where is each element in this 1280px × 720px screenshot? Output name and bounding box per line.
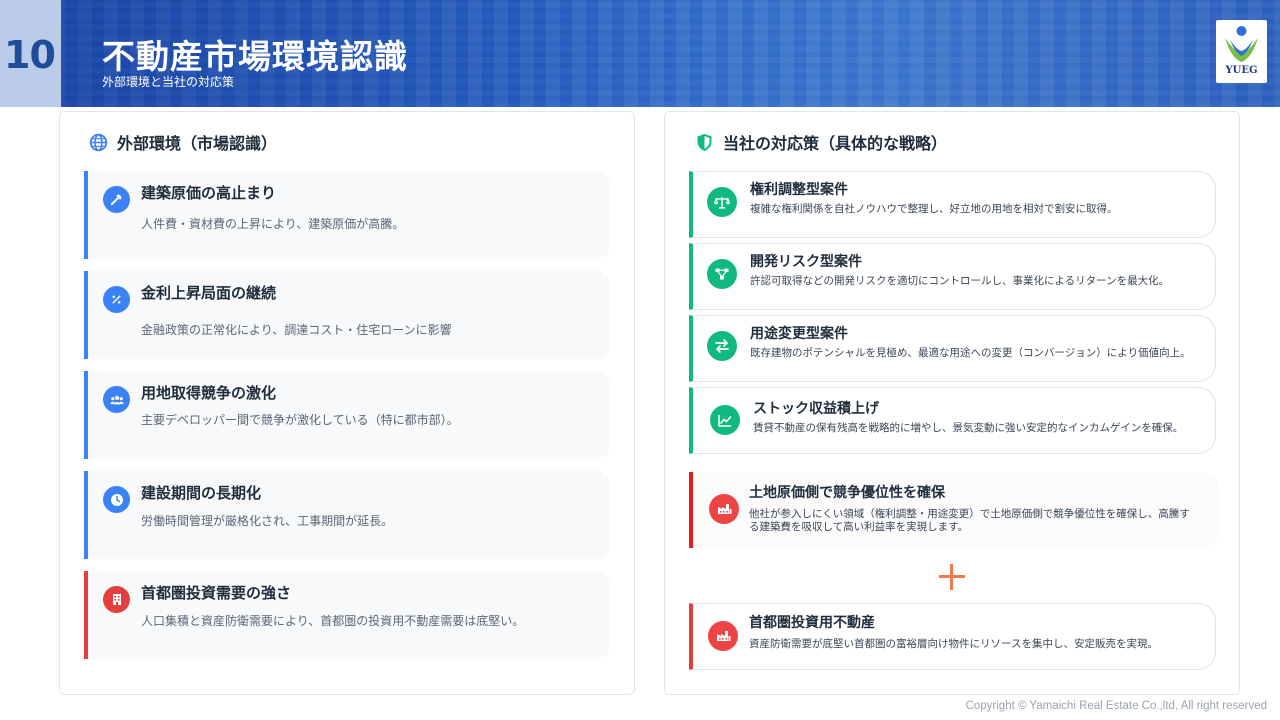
list-item: 金利上昇局面の継続 金融政策の正常化により、調達コスト・住宅ローンに影響 (84, 271, 610, 359)
capital-area-strategy: 首都圏投資用不動産 資産防衛需要が底堅い首都圏の富裕層向け物件にリソースを集中し… (689, 603, 1216, 670)
strategy-title: ストック収益積上げ (753, 401, 879, 417)
panel-title: 外部環境（市場認識） (117, 134, 278, 153)
item-title: 建築原価の高止まり (141, 184, 277, 202)
plus-icon (937, 562, 967, 592)
strategy-description: 複雑な権利関係を自社ノウハウで整理し、好立地の用地を相対で割安に取得。 (750, 203, 1118, 215)
company-strategy-panel: 当社の対応策（具体的な戦略） 権利調整型案件 複雑な権利関係を自社ノウハウで整理… (664, 111, 1240, 695)
clock-icon (103, 486, 130, 513)
factory-icon (708, 621, 738, 651)
list-item: 建設期間の長期化 労働時間管理が厳格化され、工事期間が延長。 (84, 471, 610, 559)
company-logo: YUEG (1216, 20, 1267, 83)
globe-icon (88, 132, 108, 152)
strategy-description: 既存建物のポテンシャルを見極め、最適な用途への変更（コンバージョン）により価値向… (750, 347, 1191, 359)
item-description: 人口集積と資産防衛需要により、首都圏の投資用不動産需要は底堅い。 (141, 614, 525, 628)
percent-icon (103, 286, 130, 313)
copyright-text: Copyright © Yamaichi Real Estate Co.,ltd… (965, 700, 1267, 712)
factory-icon (709, 494, 739, 524)
scale-icon (707, 187, 737, 217)
item-description: 金融政策の正常化により、調達コスト・住宅ローンに影響 (141, 323, 452, 337)
page-number: 10 (4, 33, 56, 77)
strategy-description: 許認可取得などの開発リスクを適切にコントロールし、事業化によるリターンを最大化。 (750, 275, 1170, 287)
capital-strategy-description: 資産防衛需要が底堅い首都圏の富裕層向け物件にリソースを集中し、安定販売を実現。 (749, 638, 1158, 650)
list-item: 用地取得競争の激化 主要デベロッパー間で競争が激化している（特に都市部）。 (84, 371, 610, 459)
page-title: 不動産市場環境認識 (102, 37, 408, 76)
key-strategy-description: 他社が参入しにくい領域（権利調整・用途変更）で土地原価側で競争優位性を確保し、高… (749, 508, 1190, 533)
item-title: 金利上昇局面の継続 (141, 284, 277, 302)
building-icon (103, 586, 130, 613)
panel-header: 外部環境（市場認識） (88, 130, 277, 154)
swap-icon (707, 331, 737, 361)
strategy-item: ストック収益積上げ 賃貸不動産の保有残高を戦略的に増やし、景気変動に強い安定的な… (689, 387, 1216, 454)
item-title: 建設期間の長期化 (141, 484, 262, 502)
strategy-item: 開発リスク型案件 許認可取得などの開発リスクを適切にコントロールし、事業化による… (689, 243, 1216, 310)
strategy-title: 開発リスク型案件 (750, 254, 862, 270)
list-item: 建築原価の高止まり 人件費・資材費の上昇により、建築原価が高騰。 (84, 171, 610, 259)
page-subtitle: 外部環境と当社の対応策 (102, 75, 235, 89)
panel-header: 当社の対応策（具体的な戦略） (694, 130, 947, 154)
logo-text: YUEG (1225, 65, 1258, 76)
item-description: 主要デベロッパー間で競争が激化している（特に都市部）。 (141, 413, 459, 427)
panel-title: 当社の対応策（具体的な戦略） (723, 134, 948, 153)
capital-strategy-title: 首都圏投資用不動産 (749, 615, 875, 631)
list-item: 首都圏投資需要の強さ 人口集積と資産防衛需要により、首都圏の投資用不動産需要は底… (84, 571, 610, 659)
item-title: 用地取得競争の激化 (141, 384, 277, 402)
users-icon (103, 386, 130, 413)
strategy-title: 権利調整型案件 (750, 182, 848, 198)
network-icon (707, 259, 737, 289)
item-description: 労働時間管理が厳格化され、工事期間が延長。 (141, 514, 394, 528)
strategy-title: 用途変更型案件 (750, 326, 848, 342)
external-environment-panel: 外部環境（市場認識） 建築原価の高止まり 人件費・資材費の上昇により、建築原価が… (59, 111, 635, 695)
item-title: 首都圏投資需要の強さ (141, 584, 292, 602)
key-strategy-title: 土地原価側で競争優位性を確保 (749, 485, 945, 501)
chart-line-icon (710, 405, 740, 435)
strategy-item: 権利調整型案件 複雑な権利関係を自社ノウハウで整理し、好立地の用地を相対で割安に… (689, 171, 1216, 238)
strategy-description: 賃貸不動産の保有残高を戦略的に増やし、景気変動に強い安定的なインカムゲインを確保… (753, 422, 1184, 434)
shield-icon (694, 132, 714, 152)
header-banner: 10 不動産市場環境認識 外部環境と当社の対応策 YUEG (0, 0, 1280, 107)
hammer-icon (103, 186, 130, 213)
key-strategy-callout: 土地原価側で競争優位性を確保 他社が参入しにくい領域（権利調整・用途変更）で土地… (689, 472, 1219, 548)
strategy-item: 用途変更型案件 既存建物のポテンシャルを見極め、最適な用途への変更（コンバージョ… (689, 315, 1216, 382)
logo-mark-icon (1225, 26, 1258, 62)
item-description: 人件費・資材費の上昇により、建築原価が高騰。 (141, 217, 405, 231)
